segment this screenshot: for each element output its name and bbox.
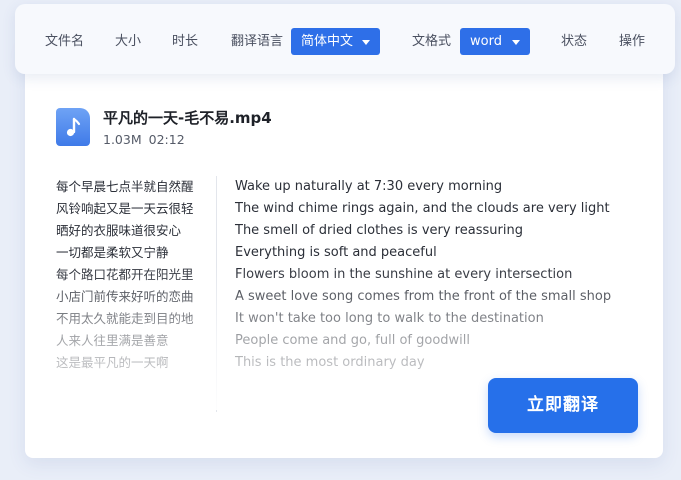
header-translate-language: 翻译语言 (231, 34, 284, 49)
source-lyrics: 每个早晨七点半就自然醒 风铃响起又是一天云很轻 晒好的衣服味道很安心 一切都是柔… (56, 176, 206, 374)
translated-line: This is the most ordinary day (235, 355, 425, 370)
format-select[interactable]: word (460, 28, 530, 55)
language-select[interactable]: 简体中文 (291, 28, 380, 55)
table-header: 文件名 大小 时长 翻译语言 简体中文 文格式 word 状态 操作 (15, 4, 675, 74)
source-line: 这是最平凡的一天啊 (56, 355, 169, 370)
header-action: 操作 (619, 34, 646, 49)
source-line: 每个路口花都开在阳光里 (56, 267, 194, 282)
source-line: 一切都是柔软又宁静 (56, 245, 169, 260)
translated-line: Everything is soft and peaceful (235, 245, 437, 260)
translate-now-button[interactable]: 立即翻译 (488, 378, 638, 433)
format-select-value: word (470, 34, 502, 49)
chevron-down-icon (512, 40, 520, 45)
column-divider (216, 176, 217, 412)
header-status: 状态 (561, 34, 588, 49)
header-duration: 时长 (172, 34, 199, 49)
file-name: 平凡的一天-毛不易.mp4 (103, 109, 272, 127)
file-meta: 1.03M 02:12 (103, 131, 185, 149)
translated-line: The wind chime rings again, and the clou… (235, 201, 610, 216)
source-line: 风铃响起又是一天云很轻 (56, 201, 194, 216)
source-line: 小店门前传来好听的恋曲 (56, 289, 194, 304)
header-format: 文格式 (412, 34, 452, 49)
header-filename: 文件名 (45, 34, 85, 49)
translated-line: People come and go, full of goodwill (235, 333, 470, 348)
translated-line: It won't take too long to walk to the de… (235, 311, 544, 326)
translated-line: A sweet love song comes from the front o… (235, 289, 612, 304)
source-line: 晒好的衣服味道很安心 (56, 223, 182, 238)
language-select-value: 简体中文 (301, 34, 354, 49)
file-duration: 02:12 (148, 132, 185, 147)
source-line: 不用太久就能走到目的地 (56, 311, 194, 326)
header-size: 大小 (115, 34, 142, 49)
translated-lyrics: Wake up naturally at 7:30 every morning … (235, 176, 635, 374)
chevron-down-icon (362, 40, 370, 45)
source-line: 人来人往里满是善意 (56, 333, 169, 348)
translated-line: Wake up naturally at 7:30 every morning (235, 179, 503, 194)
music-note-icon (56, 108, 90, 146)
translated-line: Flowers bloom in the sunshine at every i… (235, 267, 573, 282)
file-size: 1.03M (103, 132, 142, 147)
source-line: 每个早晨七点半就自然醒 (56, 179, 194, 194)
translated-line: The smell of dried clothes is very reass… (235, 223, 523, 238)
